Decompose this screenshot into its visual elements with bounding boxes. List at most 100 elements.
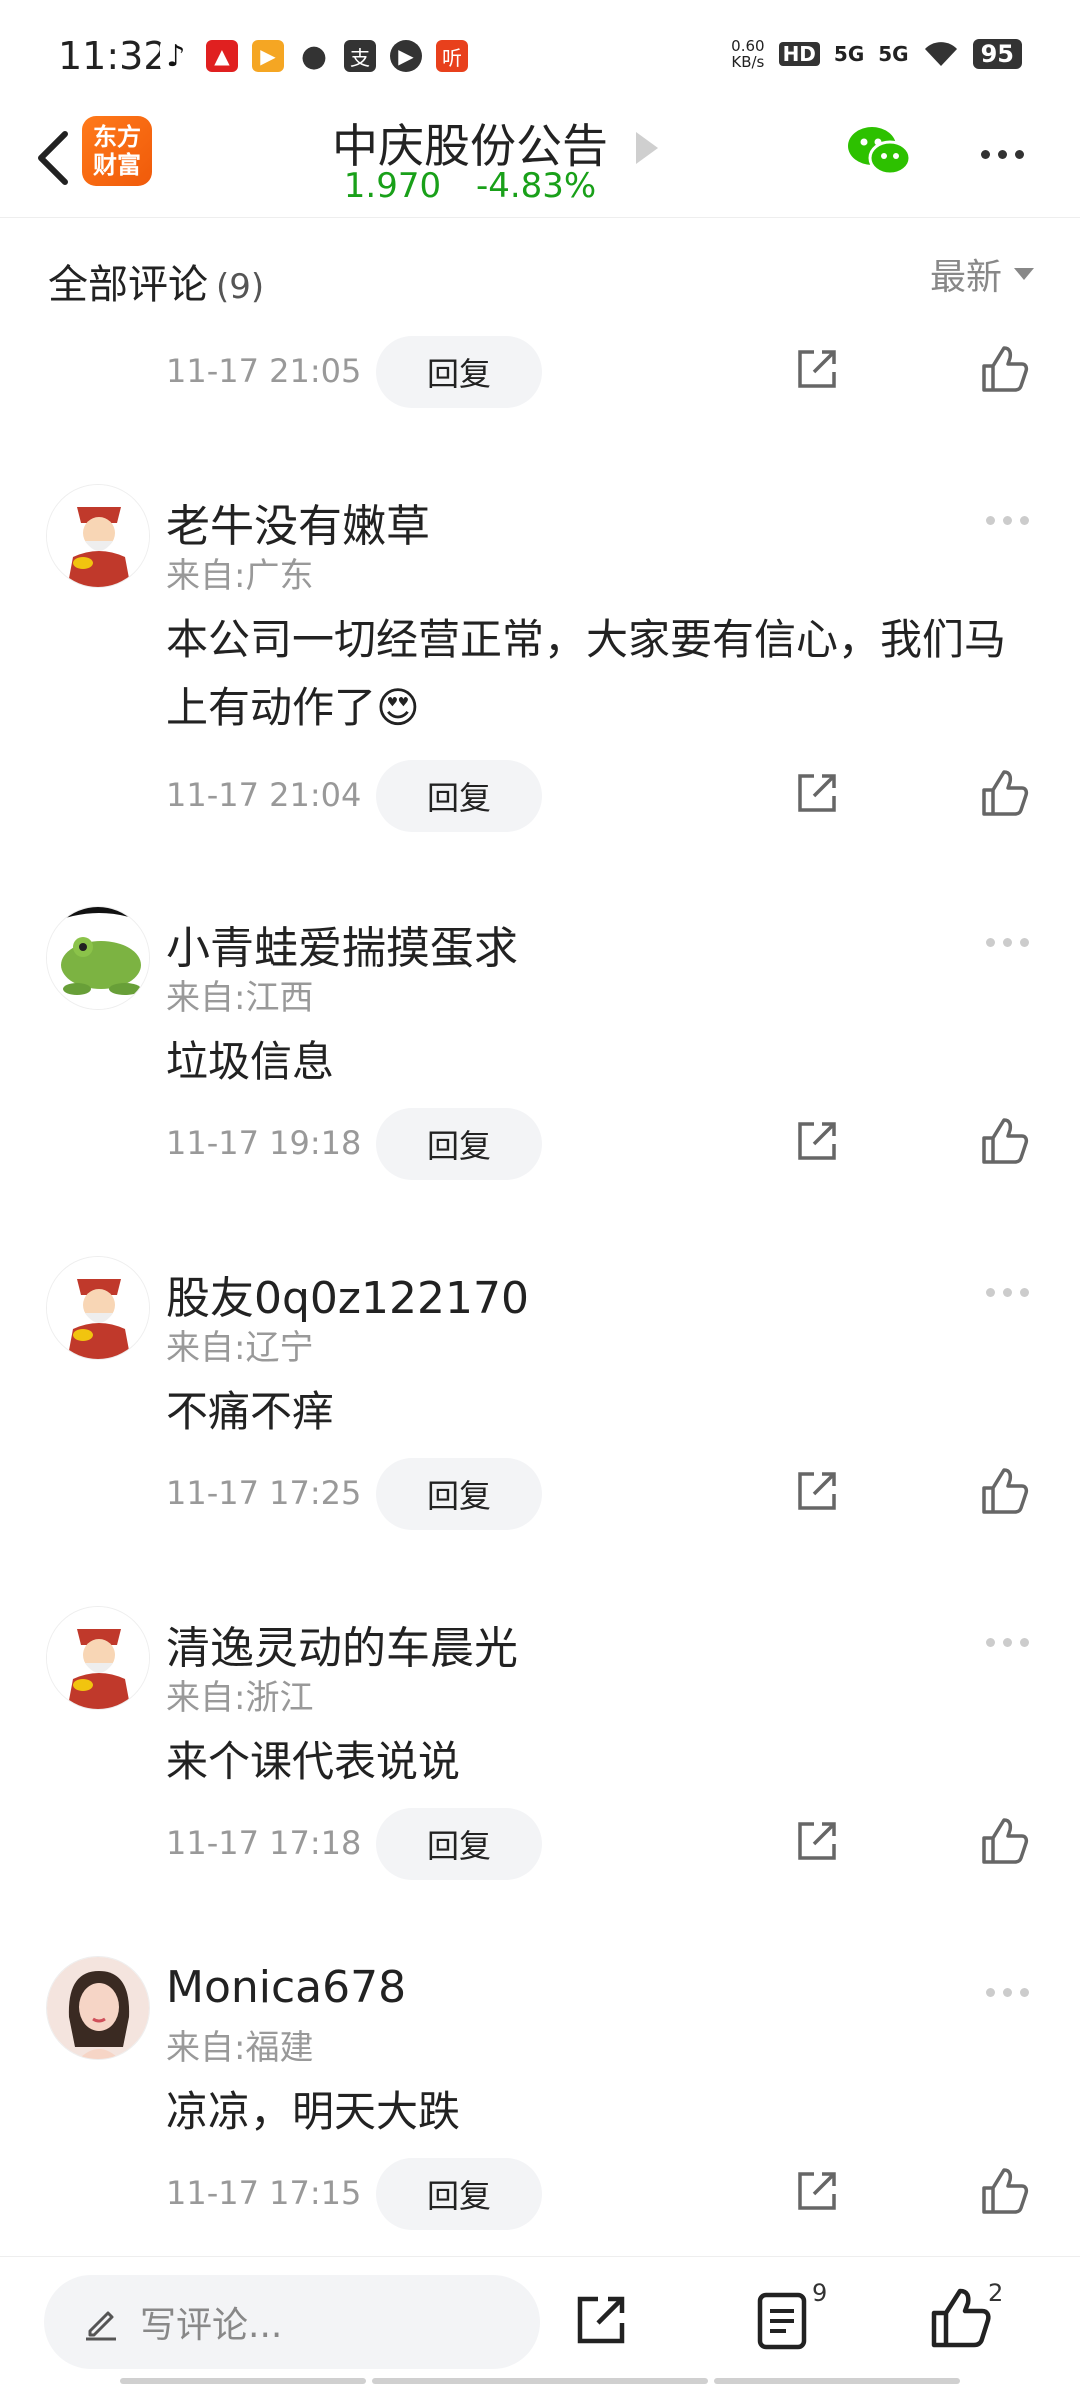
share-icon[interactable] (794, 2168, 840, 2214)
signal-5g-1: 5G (833, 42, 865, 66)
comment-time: 11-17 17:25 (166, 1474, 362, 1512)
share-icon[interactable] (794, 770, 840, 816)
comment-count: (9) (216, 267, 265, 307)
comment-input[interactable]: 写评论... (44, 2275, 540, 2369)
share-icon[interactable] (794, 1818, 840, 1864)
share-icon[interactable] (794, 1118, 840, 1164)
comment-location: 来自:浙江 (166, 1678, 314, 1718)
avatar[interactable] (46, 1956, 150, 2060)
wechat-icon[interactable] (846, 124, 912, 180)
comment-username[interactable]: 股友0q0z122170 (166, 1262, 529, 1326)
comment-time: 11-17 21:05 (166, 352, 362, 390)
comment-actions: 11-17 21:05 回复 (0, 336, 1080, 412)
comment-username[interactable]: 老牛没有嫩草 (166, 490, 430, 554)
comment-actions: 11-17 17:18 回复 (0, 1808, 1080, 1884)
comment-input-placeholder: 写评论... (140, 2305, 283, 2346)
avatar[interactable] (46, 906, 150, 1010)
header: 东方财富 中庆股份公告 1.970 -4.83% (0, 110, 1080, 218)
comment-location: 来自:福建 (166, 2028, 314, 2068)
more-options-button[interactable] (972, 134, 1032, 174)
status-indicators: 0.60 KB/s HD 5G 5G 95 (731, 38, 1022, 70)
stock-price: 1.970 (343, 166, 442, 206)
comments-section-header: 全部评论 (9) 最新 (0, 218, 1080, 318)
comment-more-button[interactable] (986, 932, 1036, 952)
comment-username[interactable]: Monica678 (166, 1962, 406, 2013)
wifi-icon (924, 42, 957, 66)
thumbs-up-icon[interactable] (980, 1816, 1030, 1866)
signal-5g-2: 5G (878, 42, 909, 66)
reply-button[interactable]: 回复 (376, 760, 542, 832)
woman-avatar-icon (47, 1957, 149, 2059)
bottom-action-bar: 写评论... 9 2 (0, 2256, 1080, 2388)
caret-down-icon (1014, 268, 1034, 280)
thumbs-up-icon[interactable] (930, 2287, 992, 2349)
reply-button[interactable]: 回复 (376, 1458, 542, 1530)
share-icon[interactable] (794, 1468, 840, 1514)
section-title-text: 全部评论 (48, 262, 208, 308)
share-icon[interactable] (572, 2291, 630, 2349)
thumbs-up-icon[interactable] (980, 2166, 1030, 2216)
thumbs-up-icon[interactable] (980, 1466, 1030, 1516)
comment-content: 凉凉，明天大跌 (166, 2087, 461, 2136)
reply-button[interactable]: 回复 (376, 336, 542, 408)
status-bar: 11:32 ♪ ▲ ▶ ● 支 ▶ 听 0.60 KB/s HD 5G 5G 9… (0, 0, 1080, 110)
reply-button[interactable]: 回复 (376, 1108, 542, 1180)
comment-content: 不痛不痒 (166, 1387, 335, 1436)
comment-location: 来自:辽宁 (166, 1328, 314, 1368)
play-triangle-icon[interactable] (636, 132, 658, 164)
comment-count-badge: 9 (812, 2279, 828, 2307)
hd-icon: HD (778, 42, 820, 66)
comment-more-button[interactable] (986, 1282, 1036, 1302)
avatar[interactable] (46, 1606, 150, 1710)
comment-more-button[interactable] (986, 1632, 1036, 1652)
comment-location: 来自:江西 (166, 978, 314, 1018)
thumbs-up-icon[interactable] (980, 344, 1030, 394)
fortune-god-avatar-icon (47, 485, 149, 587)
comment-time: 11-17 19:18 (166, 1124, 362, 1162)
sort-label: 最新 (929, 257, 1002, 298)
stock-change: -4.83% (475, 166, 597, 206)
like-count-badge: 2 (988, 2279, 1004, 2307)
section-title: 全部评论 (9) (48, 252, 264, 310)
scroll-indicator (120, 2378, 366, 2384)
thumbs-up-icon[interactable] (980, 1116, 1030, 1166)
comment-list-icon[interactable] (756, 2291, 812, 2351)
comment-time: 11-17 17:15 (166, 2174, 362, 2212)
avatar[interactable] (46, 1256, 150, 1360)
comment-more-button[interactable] (986, 510, 1036, 530)
message-icon: ● (298, 39, 330, 74)
net-speed-unit: KB/s (731, 53, 765, 71)
comment-actions: 11-17 17:25 回复 (0, 1458, 1080, 1534)
fortune-god-avatar-icon (47, 1257, 149, 1359)
play-circle-icon: ▶ (390, 40, 422, 72)
comment-actions: 11-17 21:04 回复 (0, 760, 1080, 836)
comment-username[interactable]: 清逸灵动的车晨光 (166, 1612, 518, 1676)
alipay-icon: 支 (344, 40, 376, 72)
reply-button[interactable]: 回复 (376, 1808, 542, 1880)
comment-more-button[interactable] (986, 1982, 1036, 2002)
sort-dropdown[interactable]: 最新 (930, 248, 1034, 300)
comment-time: 11-17 21:04 (166, 776, 362, 814)
comment-content: 来个课代表说说 (166, 1737, 461, 1786)
comment-actions: 11-17 19:18 回复 (0, 1108, 1080, 1184)
share-icon[interactable] (794, 346, 840, 392)
tiktok-icon: ♪ (160, 39, 192, 74)
reply-button[interactable]: 回复 (376, 2158, 542, 2230)
avatar[interactable] (46, 484, 150, 588)
pencil-icon (86, 2311, 116, 2341)
net-speed: 0.60 KB/s (731, 38, 764, 70)
fortune-god-avatar-icon (47, 1607, 149, 1709)
comment-content: 垃圾信息 (166, 1037, 335, 1086)
thumbs-up-icon[interactable] (980, 768, 1030, 818)
stock-app-icon: ▲ (206, 40, 238, 72)
comment-actions: 11-17 17:15 回复 (0, 2158, 1080, 2234)
comment-location: 来自:广东 (166, 556, 314, 596)
status-time: 11:32 (58, 34, 168, 78)
frog-avatar-icon (47, 907, 149, 1009)
status-app-icons: ♪ ▲ ▶ ● 支 ▶ 听 (160, 39, 468, 74)
comment-content: 本公司一切经营正常，大家要有信心，我们马上有动作了😍 (166, 615, 1007, 732)
battery-icon: 95 (972, 39, 1022, 69)
comment-time: 11-17 17:18 (166, 1824, 362, 1862)
comment-username[interactable]: 小青蛙爱揣摸蛋求 (166, 912, 518, 976)
video-app-icon: ▶ (252, 40, 284, 72)
